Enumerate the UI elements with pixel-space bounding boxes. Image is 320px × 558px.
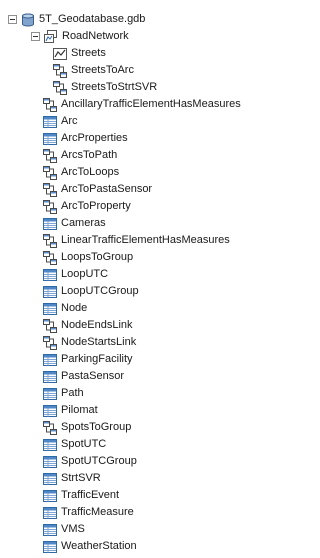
- table-icon: [43, 404, 57, 418]
- tree-node-label: ArcsToPath: [61, 149, 118, 161]
- geodatabase-icon: [21, 13, 35, 27]
- tree-item[interactable]: SpotUTCGroup: [43, 453, 137, 470]
- line-feature-class-icon: [53, 47, 67, 61]
- collapse-icon[interactable]: [31, 32, 40, 41]
- tree-node-label: Cameras: [61, 217, 106, 229]
- tree-node-label: ParkingFacility: [61, 353, 133, 365]
- tree-item[interactable]: NodeEndsLink: [43, 317, 133, 334]
- relationship-class-icon: [43, 199, 57, 214]
- table-icon: [43, 540, 57, 554]
- tree-node-label: Arc: [61, 115, 78, 127]
- tree-item[interactable]: Streets: [53, 45, 106, 62]
- tree-node-label: VMS: [61, 523, 85, 535]
- table-icon: [43, 285, 57, 299]
- relationship-class-icon: [43, 318, 57, 333]
- catalog-tree: 5T_Geodatabase.gdb RoadNetwork Streets S…: [0, 0, 265, 558]
- tree-item[interactable]: WeatherStation: [43, 538, 137, 555]
- table-icon: [43, 438, 57, 452]
- tree-node-label: WeatherStation: [61, 540, 137, 552]
- relationship-class-icon: [53, 63, 67, 78]
- relationship-class-icon: [43, 420, 57, 435]
- relationship-class-icon: [43, 97, 57, 112]
- table-icon: [43, 353, 57, 367]
- table-icon: [43, 132, 57, 146]
- tree-item[interactable]: Pilomat: [43, 402, 98, 419]
- relationship-class-icon: [43, 233, 57, 248]
- tree-node-label: LinearTrafficElementHasMeasures: [61, 234, 230, 246]
- relationship-class-icon: [43, 165, 57, 180]
- table-icon: [43, 506, 57, 520]
- tree-node-label: TrafficEvent: [61, 489, 120, 501]
- tree-item[interactable]: ParkingFacility: [43, 351, 133, 368]
- tree-item[interactable]: ArcToLoops: [43, 164, 119, 181]
- table-icon: [43, 302, 57, 316]
- tree-node-label: TrafficMeasure: [61, 506, 134, 518]
- tree-node-label: RoadNetwork: [62, 30, 129, 42]
- tree-item[interactable]: AncillaryTrafficElementHasMeasures: [43, 96, 241, 113]
- table-icon: [43, 217, 57, 231]
- table-icon: [43, 115, 57, 129]
- tree-node-label: PastaSensor: [61, 370, 124, 382]
- tree-item[interactable]: VMS: [43, 521, 85, 538]
- tree-item[interactable]: StreetsToArc: [53, 62, 134, 79]
- tree-node-label: ArcToLoops: [61, 166, 120, 178]
- tree-item[interactable]: TrafficEvent: [43, 487, 119, 504]
- tree-item[interactable]: ArcsToPath: [43, 147, 117, 164]
- tree-node-label: SpotUTC: [61, 438, 107, 450]
- tree-item[interactable]: Arc: [43, 113, 78, 130]
- tree-node-label: LoopsToGroup: [61, 251, 134, 263]
- tree-item[interactable]: SpotsToGroup: [43, 419, 131, 436]
- tree-node-label: NodeEndsLink: [61, 319, 133, 331]
- relationship-class-icon: [43, 335, 57, 350]
- collapse-icon[interactable]: [8, 15, 17, 24]
- tree-node-label: LoopUTC: [61, 268, 109, 280]
- tree-node-geodatabase[interactable]: 5T_Geodatabase.gdb: [8, 11, 145, 28]
- tree-node-label: ArcToProperty: [61, 200, 131, 212]
- tree-item[interactable]: Cameras: [43, 215, 106, 232]
- tree-item[interactable]: TrafficMeasure: [43, 504, 134, 521]
- tree-node-label: SpotsToGroup: [61, 421, 132, 433]
- tree-node-label: Path: [61, 387, 84, 399]
- tree-item[interactable]: LoopUTCGroup: [43, 283, 139, 300]
- tree-node-feature-dataset[interactable]: RoadNetwork: [31, 28, 129, 45]
- tree-node-label: StrtSVR: [61, 472, 101, 484]
- relationship-class-icon: [53, 80, 67, 95]
- table-icon: [43, 387, 57, 401]
- tree-node-label: Node: [61, 302, 88, 314]
- tree-item[interactable]: ArcProperties: [43, 130, 128, 147]
- relationship-class-icon: [43, 182, 57, 197]
- tree-item[interactable]: Path: [43, 385, 84, 402]
- table-icon: [43, 455, 57, 469]
- table-icon: [43, 268, 57, 282]
- tree-item[interactable]: PastaSensor: [43, 368, 124, 385]
- tree-node-label: 5T_Geodatabase.gdb: [39, 13, 146, 25]
- feature-dataset-icon: [44, 29, 58, 44]
- tree-item[interactable]: StreetsToStrtSVR: [53, 79, 157, 96]
- tree-node-label: StreetsToArc: [71, 64, 134, 76]
- table-icon: [43, 370, 57, 384]
- tree-node-label: SpotUTCGroup: [61, 455, 137, 467]
- tree-node-label: Pilomat: [61, 404, 98, 416]
- tree-item[interactable]: ArcToPastaSensor: [43, 181, 152, 198]
- table-icon: [43, 523, 57, 537]
- tree-node-label: LoopUTCGroup: [61, 285, 139, 297]
- table-icon: [43, 472, 57, 486]
- tree-item[interactable]: ArcToProperty: [43, 198, 131, 215]
- tree-item[interactable]: SpotUTC: [43, 436, 106, 453]
- relationship-class-icon: [43, 148, 57, 163]
- table-icon: [43, 489, 57, 503]
- tree-item[interactable]: NodeStartsLink: [43, 334, 136, 351]
- tree-item[interactable]: Node: [43, 300, 87, 317]
- tree-node-label: ArcToPastaSensor: [61, 183, 153, 195]
- tree-node-label: AncillaryTrafficElementHasMeasures: [61, 98, 241, 110]
- tree-node-label: Streets: [71, 47, 106, 59]
- tree-node-label: NodeStartsLink: [61, 336, 137, 348]
- relationship-class-icon: [43, 250, 57, 265]
- tree-node-label: ArcProperties: [61, 132, 128, 144]
- tree-item[interactable]: StrtSVR: [43, 470, 101, 487]
- tree-node-label: StreetsToStrtSVR: [71, 81, 158, 93]
- tree-item[interactable]: LoopsToGroup: [43, 249, 133, 266]
- tree-item[interactable]: LoopUTC: [43, 266, 108, 283]
- tree-item[interactable]: LinearTrafficElementHasMeasures: [43, 232, 230, 249]
